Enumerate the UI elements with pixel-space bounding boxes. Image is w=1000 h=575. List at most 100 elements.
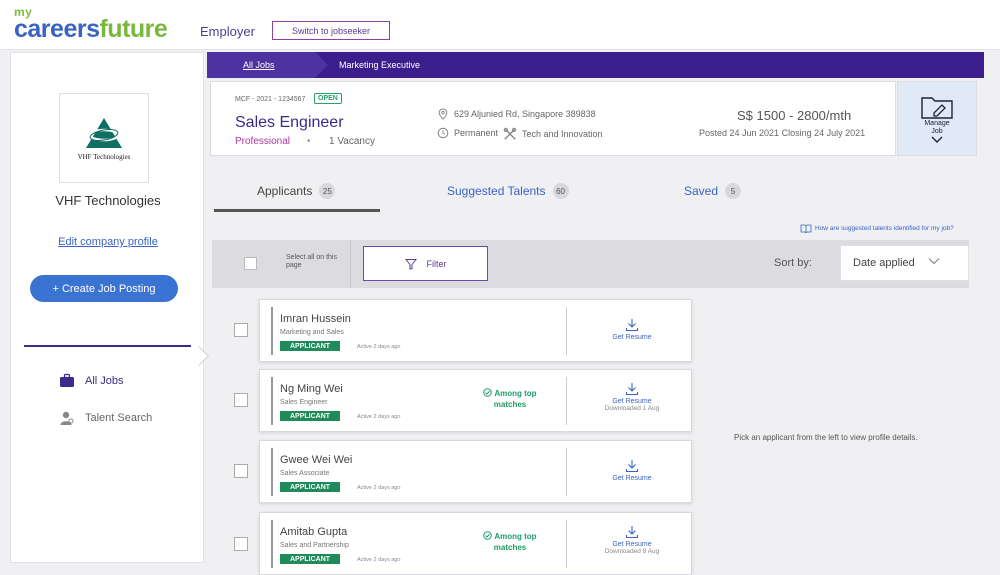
applicant-card[interactable]: Gwee Wei Wei Sales Associate APPLICANT A…: [259, 440, 692, 503]
active-tab-indicator: [214, 209, 380, 212]
job-summary-card: MCF - 2021 - 1234567 OPEN Sales Engineer…: [210, 81, 896, 156]
job-id: MCF - 2021 - 1234567: [235, 96, 306, 103]
logo-careers-text: careers: [14, 15, 100, 43]
sidebar-divider: [24, 345, 191, 347]
card-accent-bar: [271, 377, 273, 425]
applicant-role: Sales Associate: [280, 470, 330, 477]
download-icon: [625, 383, 639, 396]
applicant-checkbox[interactable]: [234, 537, 248, 551]
applicant-active-status: Active 2 days ago: [357, 557, 401, 563]
resume-downloaded-date: Downloaded 8 Aug: [604, 548, 660, 555]
applicant-name: Ng Ming Wei: [280, 383, 343, 395]
filter-button[interactable]: Filter: [363, 246, 488, 281]
tab-count-badge: 60: [552, 183, 569, 199]
tab-label: Suggested Talents: [447, 184, 546, 198]
select-all-checkbox[interactable]: [244, 257, 257, 270]
applicant-role: Sales Engineer: [280, 399, 328, 406]
applicant-checkbox[interactable]: [234, 393, 248, 407]
top-match-indicator: Among top matches: [482, 531, 538, 553]
breadcrumb-current: Marketing Executive: [339, 60, 421, 70]
chevron-down-icon: [931, 136, 943, 143]
job-vacancy: 1 Vacancy: [329, 136, 375, 147]
briefcase-icon: [60, 373, 74, 387]
tab-suggested-talents[interactable]: Suggested Talents 60: [447, 183, 569, 199]
job-level: Professional: [235, 136, 291, 147]
tab-applicants[interactable]: Applicants 25: [257, 183, 336, 199]
tab-saved[interactable]: Saved 5: [684, 183, 742, 199]
edit-company-profile-link[interactable]: Edit company profile: [11, 236, 205, 248]
applicant-role: Marketing and Sales: [280, 329, 344, 336]
switch-to-jobseeker-button[interactable]: Switch to jobseeker: [272, 21, 390, 40]
mycareersfuture-logo[interactable]: my careersfuture: [14, 6, 168, 43]
resume-downloaded-date: Downloaded 1 Aug: [604, 405, 660, 412]
sidebar-item-talent-search[interactable]: Talent Search: [59, 410, 152, 426]
sidebar-item-all-jobs[interactable]: All Jobs: [59, 373, 124, 389]
top-match-indicator: Among top matches: [482, 388, 538, 410]
tab-count-badge: 25: [319, 183, 336, 199]
job-industry-text: Tech and Innovation: [522, 129, 603, 139]
card-divider: [566, 520, 567, 568]
card-divider: [566, 448, 567, 496]
card-divider: [566, 377, 567, 425]
check-circle-icon: [483, 531, 493, 540]
job-industry: Tech and Innovation: [503, 127, 603, 141]
card-accent-bar: [271, 520, 273, 568]
sort-by-label: Sort by:: [774, 257, 812, 269]
applicant-name: Amitab Gupta: [280, 526, 348, 538]
company-logo-text: VHF Technologies: [77, 152, 131, 161]
folder-edit-icon: [921, 97, 953, 119]
applicant-card[interactable]: Amitab Gupta Sales and Partnership APPLI…: [259, 512, 692, 575]
applicant-checkbox[interactable]: [234, 464, 248, 478]
logo-future-text: future: [99, 15, 168, 43]
job-address: 629 Aljunied Rd, Singapore 389838: [437, 108, 596, 120]
get-resume-button[interactable]: Get Resume Downloaded 1 Aug: [592, 382, 672, 412]
applicant-card[interactable]: Ng Ming Wei Sales Engineer APPLICANT Act…: [259, 369, 692, 432]
help-link-text: How are suggested talents identified for…: [815, 225, 954, 232]
sort-by-dropdown[interactable]: Date applied: [840, 245, 969, 281]
top-navigation-bar: my careersfuture Employer Switch to jobs…: [0, 0, 1000, 50]
applicant-active-status: Active 2 days ago: [357, 414, 401, 420]
suggested-talents-help-link[interactable]: How are suggested talents identified for…: [800, 224, 954, 233]
job-salary: S$ 1500 - 2800/mth: [737, 108, 852, 123]
get-resume-label: Get Resume: [612, 398, 652, 405]
tab-label: Saved: [684, 184, 719, 198]
job-employment-text: Permanent: [454, 128, 499, 138]
get-resume-button[interactable]: Get Resume: [592, 459, 672, 482]
breadcrumb: All Jobs Marketing Executive: [207, 52, 984, 78]
get-resume-button[interactable]: Get Resume Downloaded 8 Aug: [592, 525, 672, 555]
filter-toolbar: Select all on this page Filter Sort by: …: [212, 240, 969, 288]
filter-label: Filter: [426, 258, 447, 269]
job-separator: •: [307, 136, 311, 147]
card-divider: [566, 307, 567, 355]
applicant-active-status: Active 2 days ago: [357, 344, 401, 350]
breadcrumb-all-jobs-link[interactable]: All Jobs: [243, 60, 275, 70]
get-resume-label: Get Resume: [612, 334, 652, 341]
create-job-posting-button[interactable]: + Create Job Posting: [30, 275, 178, 302]
download-icon: [625, 460, 639, 473]
portal-label: Employer: [200, 24, 255, 39]
get-resume-button[interactable]: Get Resume: [592, 318, 672, 341]
applicant-badge: APPLICANT: [280, 341, 340, 351]
applicant-card[interactable]: Imran Hussein Marketing and Sales APPLIC…: [259, 299, 692, 362]
select-all-label: Select all on this page: [286, 254, 337, 269]
tab-count-badge: 5: [725, 183, 742, 199]
tab-label: Applicants: [257, 184, 313, 198]
job-address-text: 629 Aljunied Rd, Singapore 389838: [454, 109, 596, 119]
applicant-role: Sales and Partnership: [280, 542, 349, 549]
manage-job-button[interactable]: Manage Job: [897, 81, 977, 156]
manage-job-label: Manage Job: [924, 120, 950, 135]
card-accent-bar: [271, 448, 273, 496]
clock-icon: [437, 127, 449, 139]
sidebar-active-caret: [189, 346, 209, 366]
job-status-badge: OPEN: [314, 93, 342, 104]
sidebar-item-label: Talent Search: [85, 412, 153, 424]
sidebar-item-label: All Jobs: [85, 375, 124, 387]
applicant-checkbox[interactable]: [234, 323, 248, 337]
get-resume-label: Get Resume: [612, 475, 652, 482]
job-posting-dates: Posted 24 Jun 2021 Closing 24 July 2021: [699, 128, 866, 138]
applicant-active-status: Active 2 days ago: [357, 485, 401, 491]
applicant-name: Gwee Wei Wei: [280, 454, 353, 466]
top-match-text: Among top matches: [493, 389, 537, 409]
sort-by-value: Date applied: [853, 257, 915, 269]
get-resume-label: Get Resume: [612, 541, 652, 548]
